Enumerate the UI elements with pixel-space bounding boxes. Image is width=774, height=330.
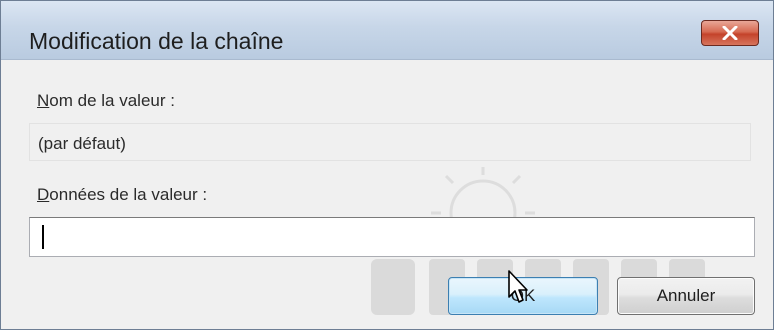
cancel-button[interactable]: Annuler: [617, 277, 755, 315]
value-data-accelerator: D: [37, 185, 50, 204]
value-data-label: Données de la valeur :: [37, 185, 207, 205]
value-name-field[interactable]: (par défaut): [29, 123, 751, 161]
value-data-label-text: onnées de la valeur :: [49, 185, 208, 204]
close-button[interactable]: [701, 20, 759, 46]
dialog-body: Nom de la valeur : (par défaut) Données …: [11, 63, 763, 321]
title-bar[interactable]: Modification de la chaîne: [1, 1, 773, 60]
value-name-label-text: om de la valeur :: [49, 91, 175, 110]
value-name-text: (par défaut): [38, 134, 126, 153]
string-edit-dialog: Modification de la chaîne Nom de la vale…: [0, 0, 774, 330]
text-caret: [42, 225, 44, 249]
close-icon: [722, 26, 738, 40]
value-name-label: Nom de la valeur :: [37, 91, 175, 111]
value-name-accelerator: N: [37, 91, 50, 110]
window-title: Modification de la chaîne: [29, 28, 284, 54]
value-data-input[interactable]: [29, 217, 755, 257]
ok-button[interactable]: OK: [448, 277, 598, 315]
